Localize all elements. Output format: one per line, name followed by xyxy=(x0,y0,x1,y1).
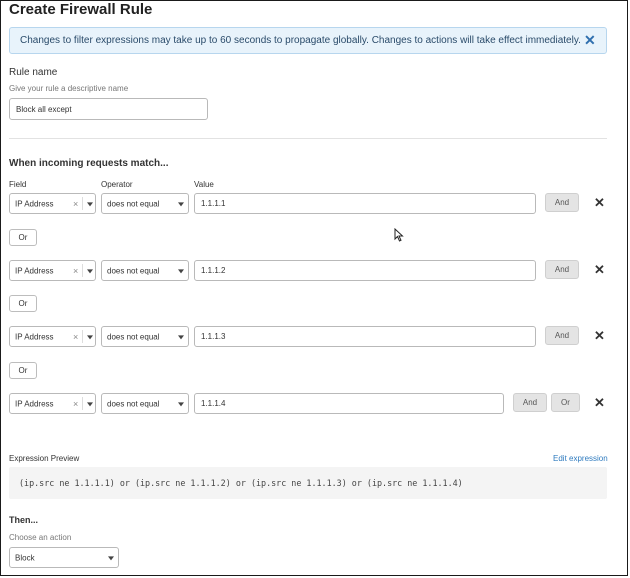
chevron-down-icon xyxy=(108,555,114,560)
or-button[interactable]: Or xyxy=(9,295,37,312)
rule-name-input[interactable]: Block all except xyxy=(9,98,208,120)
chevron-down-icon xyxy=(178,334,184,339)
value-input-text: 1.1.1.1 xyxy=(201,199,226,208)
remove-condition-icon[interactable]: ✕ xyxy=(594,195,605,211)
chevron-down-icon xyxy=(87,401,93,406)
chevron-down-icon xyxy=(178,401,184,406)
or-button[interactable]: Or xyxy=(9,229,37,246)
operator-select[interactable]: does not equal xyxy=(101,260,189,281)
field-select[interactable]: IP Address × xyxy=(9,393,96,414)
select-separator xyxy=(82,264,83,277)
expression-preview: (ip.src ne 1.1.1.1) or (ip.src ne 1.1.1.… xyxy=(9,467,607,499)
operator-select-value: does not equal xyxy=(107,199,160,208)
and-button[interactable]: And xyxy=(513,393,547,412)
chevron-down-icon xyxy=(178,201,184,206)
operator-select[interactable]: does not equal xyxy=(101,326,189,347)
value-input-text: 1.1.1.3 xyxy=(201,332,226,341)
match-heading: When incoming requests match... xyxy=(9,158,169,169)
select-separator xyxy=(82,197,83,210)
remove-condition-icon[interactable]: ✕ xyxy=(594,328,605,344)
select-separator xyxy=(82,330,83,343)
operator-select-value: does not equal xyxy=(107,332,160,341)
value-input[interactable]: 1.1.1.3 xyxy=(194,326,536,347)
rule-name-label: Rule name xyxy=(9,67,58,78)
info-banner: Changes to filter expressions may take u… xyxy=(9,27,607,54)
expression-preview-label: Expression Preview xyxy=(9,454,80,463)
operator-select[interactable]: does not equal xyxy=(101,193,189,214)
field-select[interactable]: IP Address × xyxy=(9,326,96,347)
then-heading: Then... xyxy=(9,515,38,525)
chevron-down-icon xyxy=(87,201,93,206)
rule-name-hint: Give your rule a descriptive name xyxy=(9,84,129,93)
operator-column-label: Operator xyxy=(101,180,133,189)
and-button[interactable]: And xyxy=(545,260,579,279)
field-select-value: IP Address xyxy=(15,199,54,208)
remove-condition-icon[interactable]: ✕ xyxy=(594,395,605,411)
expression-preview-code: (ip.src ne 1.1.1.1) or (ip.src ne 1.1.1.… xyxy=(19,478,463,488)
page-title: Create Firewall Rule xyxy=(9,1,153,18)
value-input[interactable]: 1.1.1.1 xyxy=(194,193,536,214)
field-select[interactable]: IP Address × xyxy=(9,193,96,214)
and-button[interactable]: And xyxy=(545,326,579,345)
value-column-label: Value xyxy=(194,180,214,189)
close-icon[interactable]: ✕ xyxy=(584,32,596,49)
action-select-value: Block xyxy=(15,553,35,562)
select-separator xyxy=(82,397,83,410)
field-column-label: Field xyxy=(9,180,27,189)
clear-icon[interactable]: × xyxy=(73,199,78,209)
chevron-down-icon xyxy=(178,268,184,273)
mouse-cursor-icon xyxy=(394,227,404,247)
action-hint: Choose an action xyxy=(9,533,72,542)
info-banner-text: Changes to filter expressions may take u… xyxy=(20,35,581,46)
field-select-value: IP Address xyxy=(15,266,54,275)
operator-select-value: does not equal xyxy=(107,266,160,275)
value-input[interactable]: 1.1.1.2 xyxy=(194,260,536,281)
divider xyxy=(9,138,607,139)
chevron-down-icon xyxy=(87,268,93,273)
or-button[interactable]: Or xyxy=(551,393,580,412)
field-select[interactable]: IP Address × xyxy=(9,260,96,281)
action-select[interactable]: Block xyxy=(9,547,119,568)
clear-icon[interactable]: × xyxy=(73,266,78,276)
chevron-down-icon xyxy=(87,334,93,339)
value-input-text: 1.1.1.4 xyxy=(201,399,226,408)
field-select-value: IP Address xyxy=(15,399,54,408)
clear-icon[interactable]: × xyxy=(73,399,78,409)
clear-icon[interactable]: × xyxy=(73,332,78,342)
operator-select[interactable]: does not equal xyxy=(101,393,189,414)
and-button[interactable]: And xyxy=(545,193,579,212)
operator-select-value: does not equal xyxy=(107,399,160,408)
field-select-value: IP Address xyxy=(15,332,54,341)
value-input-text: 1.1.1.2 xyxy=(201,266,226,275)
or-button[interactable]: Or xyxy=(9,362,37,379)
value-input[interactable]: 1.1.1.4 xyxy=(194,393,504,414)
remove-condition-icon[interactable]: ✕ xyxy=(594,262,605,278)
rule-name-value: Block all except xyxy=(16,104,72,114)
edit-expression-link[interactable]: Edit expression xyxy=(553,454,608,463)
